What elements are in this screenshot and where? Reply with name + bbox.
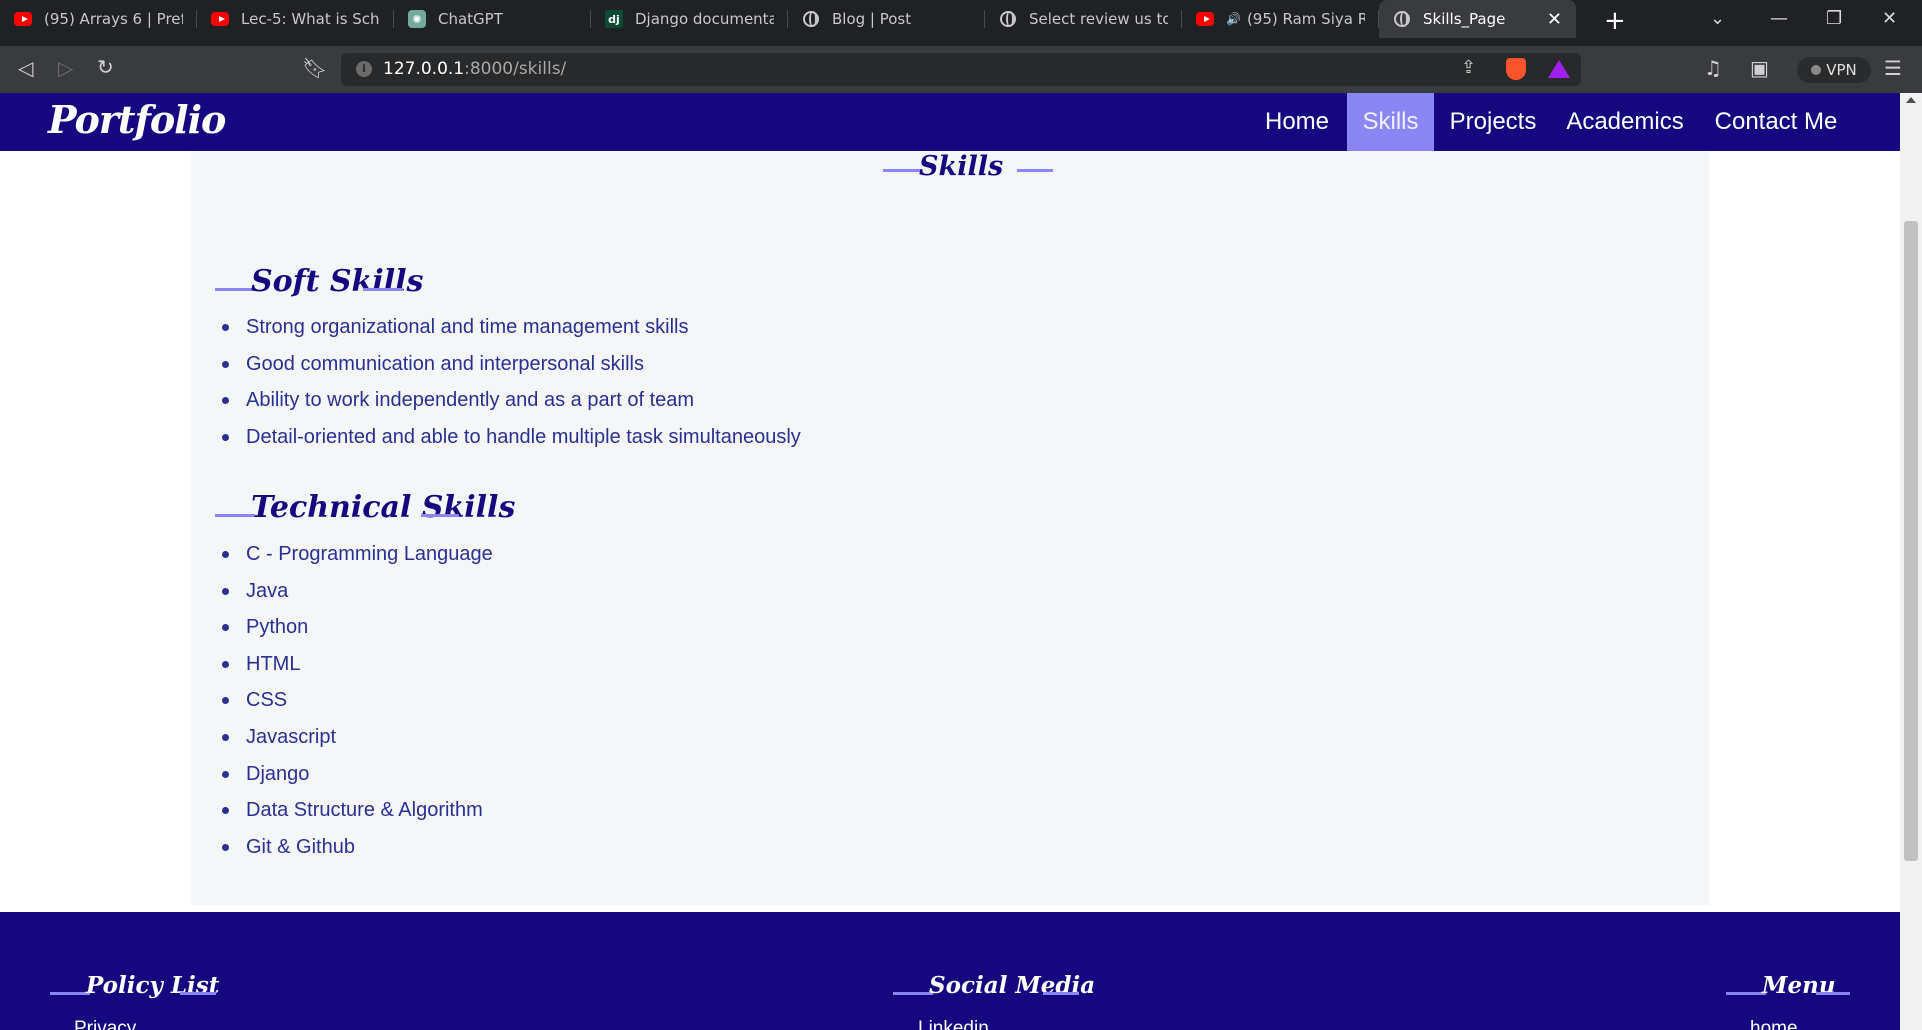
footer-link-home[interactable]: home — [1750, 1018, 1798, 1030]
list-item: Git & Github — [222, 829, 493, 866]
media-icon[interactable]: ♫ — [1704, 56, 1722, 80]
scroll-up-icon[interactable] — [1906, 97, 1916, 103]
footer-link-linkedin[interactable]: Linkedin — [918, 1018, 989, 1030]
youtube-icon — [1196, 10, 1214, 28]
django-icon: dj — [605, 10, 623, 28]
heading-line-left — [50, 992, 90, 995]
heading-line-right — [1043, 992, 1079, 995]
globe-icon — [1393, 10, 1411, 28]
tab-title: Lec-5: What is Schema — [241, 10, 380, 28]
heading-line-left — [215, 288, 255, 291]
vpn-status-icon — [1811, 65, 1822, 75]
browser-tab-active[interactable]: Skills_Page ✕ — [1379, 0, 1576, 38]
back-icon[interactable]: ◁ — [18, 56, 33, 80]
new-tab-icon[interactable]: + — [1604, 6, 1626, 36]
heading-line-right — [421, 514, 459, 517]
share-icon[interactable]: ⇪ — [1461, 57, 1476, 78]
tab-title: (95) Ram Siya Ram — [1246, 10, 1365, 28]
heading-line-left — [1726, 992, 1766, 995]
list-item: HTML — [222, 646, 493, 683]
site-info-icon[interactable]: i — [356, 61, 372, 77]
vpn-label: VPN — [1826, 61, 1857, 79]
tab-title: Select review us to cha — [1029, 10, 1168, 28]
tab-title: (95) Arrays 6 | Prefix Su — [44, 10, 183, 28]
address-bar[interactable]: i 127.0.0.1:8000/skills/ ⇪ — [341, 53, 1581, 86]
nav-home[interactable]: Home — [1258, 93, 1336, 151]
url-text[interactable]: 127.0.0.1:8000/skills/ — [383, 59, 566, 79]
nav-contact[interactable]: Contact Me — [1709, 93, 1843, 151]
list-item: C - Programming Language — [222, 536, 493, 573]
forward-icon[interactable]: ▷ — [58, 56, 73, 80]
page-scrollbar[interactable] — [1900, 93, 1922, 1030]
browser-tab[interactable]: ✺ ChatGPT — [394, 0, 591, 38]
nav-skills[interactable]: Skills — [1347, 93, 1434, 151]
technical-skills-list: C - Programming Language Java Python HTM… — [222, 536, 493, 866]
list-item: Strong organizational and time managemen… — [222, 309, 801, 346]
page-viewport: Portfolio Home Skills Projects Academics… — [0, 93, 1922, 1030]
nav-projects[interactable]: Projects — [1444, 93, 1542, 151]
site-footer: Policy List Privacy Social Media Linkedi… — [0, 912, 1900, 1030]
soft-skills-list: Strong organizational and time managemen… — [222, 309, 801, 456]
close-tab-icon[interactable]: ✕ — [1547, 9, 1562, 30]
brave-shields-icon[interactable] — [1506, 58, 1526, 80]
tab-title: Skills_Page — [1423, 10, 1506, 28]
heading-line-left — [883, 169, 923, 172]
list-item: Good communication and interpersonal ski… — [222, 346, 801, 383]
minimize-icon[interactable]: — — [1770, 8, 1788, 29]
technical-skills-heading: Technical Skills — [251, 490, 516, 525]
window-close-icon[interactable]: ✕ — [1882, 8, 1897, 29]
reload-icon[interactable]: ↻ — [97, 55, 114, 79]
vpn-button[interactable]: VPN — [1797, 57, 1871, 83]
site-navbar: Portfolio Home Skills Projects Academics… — [0, 93, 1900, 151]
browser-tab[interactable]: 🔊 (95) Ram Siya Ram — [1182, 0, 1379, 38]
browser-tab[interactable]: dj Django documentation — [591, 0, 788, 38]
browser-tab-bar: (95) Arrays 6 | Prefix Su Lec-5: What is… — [0, 0, 1922, 46]
browser-tab[interactable]: Select review us to cha — [985, 0, 1182, 38]
youtube-icon — [211, 10, 229, 28]
browser-tab[interactable]: Blog | Post — [788, 0, 985, 38]
list-item: Data Structure & Algorithm — [222, 792, 493, 829]
heading-line-right — [1816, 992, 1850, 995]
brave-rewards-icon[interactable] — [1548, 60, 1570, 78]
chatgpt-icon: ✺ — [408, 10, 426, 28]
globe-icon — [999, 10, 1017, 28]
list-item: Ability to work independently and as a p… — [222, 382, 801, 419]
speaker-icon[interactable]: 🔊 — [1226, 12, 1241, 26]
site-logo[interactable]: Portfolio — [48, 97, 226, 142]
footer-link-privacy[interactable]: Privacy — [74, 1018, 136, 1030]
heading-line-right — [1017, 169, 1053, 172]
bookmark-icon[interactable]: 🔖︎ — [302, 56, 327, 80]
heading-line-left — [893, 992, 933, 995]
page-title: Skills — [919, 151, 1004, 182]
nav-academics[interactable]: Academics — [1565, 93, 1685, 151]
browser-tab[interactable]: (95) Arrays 6 | Prefix Su — [0, 0, 197, 38]
browser-tab[interactable]: Lec-5: What is Schema — [197, 0, 394, 38]
heading-line-right — [180, 992, 216, 995]
soft-skills-heading: Soft Skills — [251, 264, 424, 299]
heading-line-left — [215, 514, 255, 517]
tab-title: Blog | Post — [832, 10, 912, 28]
list-item: Java — [222, 573, 493, 610]
youtube-icon — [14, 10, 32, 28]
tab-title: ChatGPT — [438, 10, 503, 28]
list-item: Detail-oriented and able to handle multi… — [222, 419, 801, 456]
skills-content: Skills Soft Skills Strong organizational… — [191, 151, 1709, 905]
list-item: Python — [222, 609, 493, 646]
restore-icon[interactable]: ❐ — [1826, 8, 1842, 29]
heading-line-right — [363, 288, 403, 291]
tab-search-chevron-icon[interactable]: ⌄ — [1710, 8, 1725, 29]
menu-icon[interactable]: ☰ — [1884, 56, 1902, 80]
tab-title: Django documentation — [635, 10, 774, 28]
list-item: CSS — [222, 682, 493, 719]
globe-icon — [802, 10, 820, 28]
scroll-thumb[interactable] — [1904, 221, 1918, 861]
list-item: Django — [222, 756, 493, 793]
wallet-icon[interactable]: ▣ — [1750, 56, 1769, 80]
list-item: Javascript — [222, 719, 493, 756]
